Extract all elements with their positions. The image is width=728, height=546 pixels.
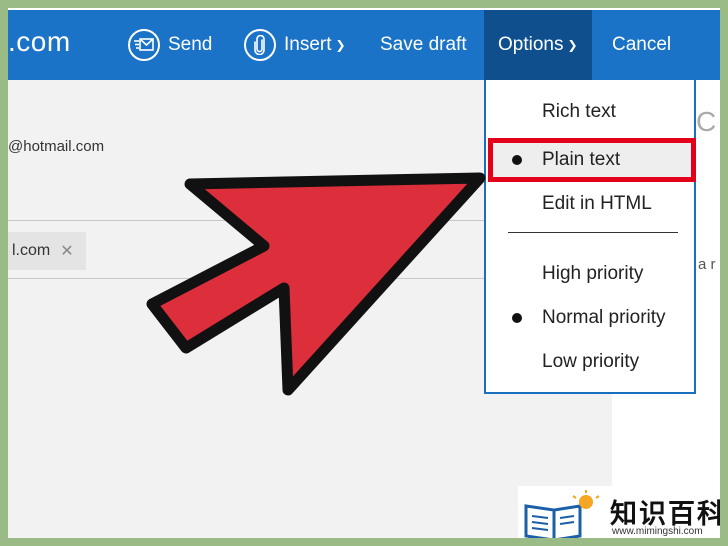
watermark-url: www.mimingshi.com bbox=[612, 526, 703, 537]
watermark-logo: 知识百科 www.mimingshi.com bbox=[518, 486, 720, 538]
book-lightbulb-icon bbox=[524, 490, 600, 538]
pointer-arrow-icon bbox=[146, 172, 486, 396]
screenshot-frame: .com Send Insert ❯ Save draft Options ❯ … bbox=[8, 8, 720, 538]
